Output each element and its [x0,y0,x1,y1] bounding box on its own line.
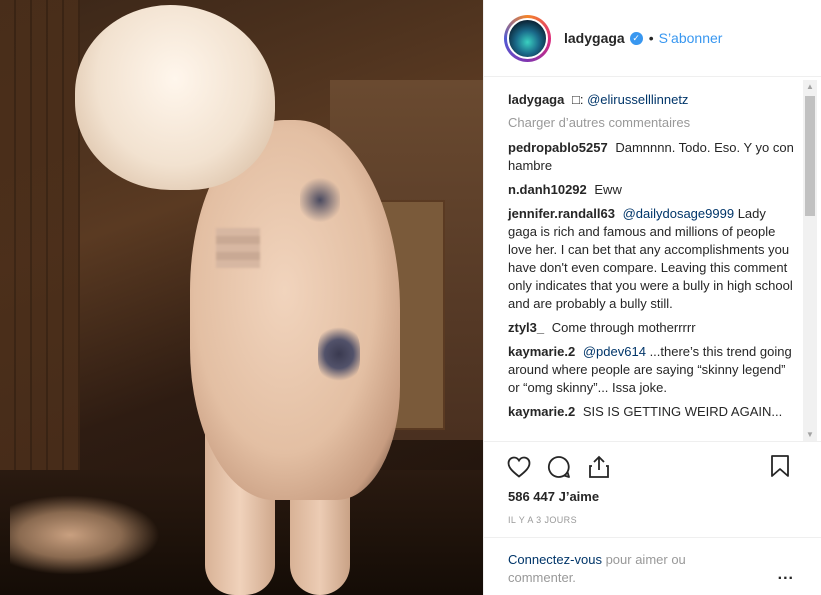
action-icons [506,454,612,480]
comment-item: ztyl3_ Come through motherrrrr [508,319,794,337]
photo-censor-blur [216,228,260,268]
photo-tattoo [318,325,360,383]
scroll-up-arrow-icon[interactable]: ▲ [803,80,817,94]
owner-avatar[interactable] [504,14,551,62]
comment-item: kaymarie.2 @pdev614 ...there’s this tren… [508,343,794,397]
comment-username[interactable]: jennifer.randall63 [508,206,615,221]
post-header: ladygaga ✓ • S’abonner [484,0,821,77]
header-separator: • [648,30,654,46]
comment-username[interactable]: ztyl3_ [508,320,544,335]
photo-clothes-pile [10,495,160,575]
comment-item: n.danh10292 Eww [508,181,794,199]
comment-item: kaymarie.2 SIS IS GETTING WEIRD AGAIN... [508,403,794,421]
caption-username[interactable]: ladygaga [508,92,564,107]
avatar-image [507,17,548,59]
instagram-post-view: ladygaga ✓ • S’abonner ladygaga □: @elir… [0,0,821,595]
login-prompt: Connectez-vous pour aimer ou commenter. [508,551,738,587]
more-options-icon[interactable]: ... [778,566,794,584]
comment-username[interactable]: kaymarie.2 [508,404,575,419]
bookmark-icon[interactable] [770,454,796,480]
share-icon[interactable] [586,454,612,480]
login-prompt-bar: Connectez-vous pour aimer ou commenter. … [484,537,821,595]
comment-username[interactable]: n.danh10292 [508,182,587,197]
scroll-down-arrow-icon[interactable]: ▼ [803,428,817,442]
comment-text: Come through motherrrrr [551,320,696,335]
load-more-comments-button[interactable]: Charger d’autres commentaires [508,115,794,130]
caption-mention[interactable]: @elirusselllinnetz [587,92,688,107]
comment-item: jennifer.randall63 @dailydosage9999 Lady… [508,205,794,313]
comment-username[interactable]: kaymarie.2 [508,344,575,359]
post-actions-section: 586 447 J’aime IL Y A 3 JOURS Connectez-… [484,441,821,595]
likes-count[interactable]: 586 447 J’aime [508,489,599,504]
heart-icon[interactable] [506,454,532,480]
comment-username[interactable]: pedropablo5257 [508,140,608,155]
verified-badge-icon: ✓ [629,31,643,45]
comment-mention[interactable]: @dailydosage9999 [623,206,735,221]
post-photo[interactable] [0,0,483,595]
comments-scrollbar[interactable]: ▲ ▼ [803,80,817,442]
post-timestamp[interactable]: IL Y A 3 JOURS [508,515,577,525]
comment-text: SIS IS GETTING WEIRD AGAIN... [582,404,783,419]
scrollbar-thumb[interactable] [805,96,815,216]
caption: ladygaga □: @elirusselllinnetz [508,91,794,109]
comment-item: pedropablo5257 Damnnnn. Todo. Eso. Y yo … [508,139,794,175]
comments-list[interactable]: ladygaga □: @elirusselllinnetz Charger d… [484,78,821,440]
comment-text: Eww [594,182,622,197]
login-link[interactable]: Connectez-vous [508,552,602,567]
comment-mention[interactable]: @pdev614 [583,344,646,359]
comment-text: Lady gaga is rich and famous and million… [508,206,793,311]
owner-username[interactable]: ladygaga [564,30,625,46]
photo-tattoo [300,175,340,225]
photo-figure-hair [75,5,275,190]
comment-icon[interactable] [546,454,572,480]
follow-button[interactable]: S’abonner [659,30,723,46]
caption-symbol: □: [571,92,584,107]
post-side-panel: ladygaga ✓ • S’abonner ladygaga □: @elir… [483,0,821,595]
